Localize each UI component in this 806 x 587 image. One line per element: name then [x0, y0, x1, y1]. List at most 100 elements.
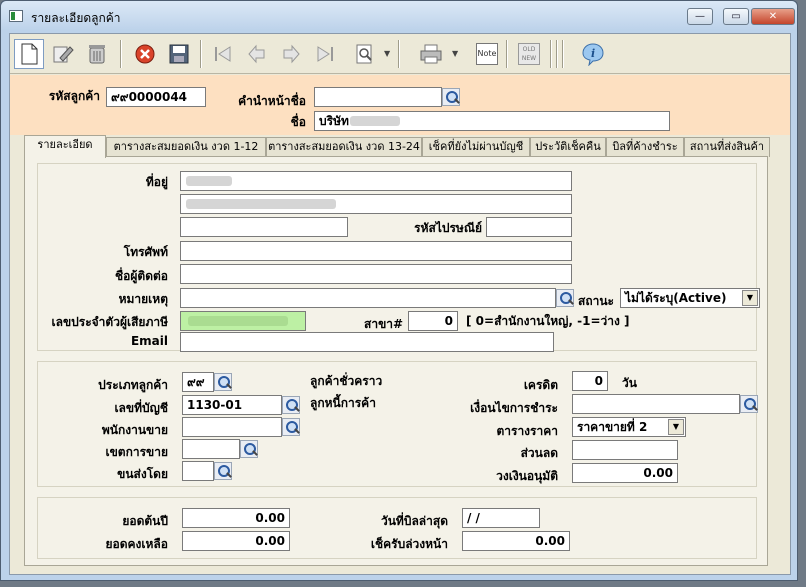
tab-balance-1-12[interactable]: ตารางสะสมยอดเงิน งวด 1-12: [106, 137, 266, 157]
address-line-1[interactable]: [180, 171, 572, 191]
next-icon: [283, 44, 300, 64]
sales-area-field[interactable]: [182, 439, 240, 459]
account-search-icon[interactable]: [282, 396, 300, 414]
print-button[interactable]: [416, 39, 446, 69]
redacted-name: [350, 116, 400, 126]
app-icon: [9, 10, 23, 22]
tab-delivery-locations[interactable]: สถานที่ส่งสินค้า: [684, 137, 770, 157]
phone-field[interactable]: [180, 241, 572, 261]
phone-label: โทรศัพท์: [123, 245, 168, 259]
customer-code-field[interactable]: ๙๙0000044: [106, 87, 206, 107]
next-record-button[interactable]: [276, 39, 306, 69]
prefix-label: คำนำหน้าชื่อ: [238, 94, 306, 108]
title-bar[interactable]: รายละเอียดลูกค้า — ▭ ✕: [1, 1, 797, 31]
minimize-button[interactable]: —: [687, 8, 713, 25]
remaining-balance-label: ยอดคงเหลือ: [105, 537, 169, 551]
discount-label: ส่วนลด: [520, 446, 558, 460]
info-button[interactable]: i: [578, 39, 608, 69]
delete-button[interactable]: [82, 39, 112, 69]
ship-by-field[interactable]: [182, 461, 214, 481]
opening-balance-field[interactable]: 0.00: [182, 508, 290, 528]
close-button[interactable]: ✕: [751, 8, 795, 25]
email-label: Email: [130, 334, 168, 348]
customer-type-field[interactable]: ๙๙: [182, 372, 214, 392]
tab-outstanding-bills[interactable]: บิลที่ค้างชำระ: [606, 137, 684, 157]
prev-icon: [248, 44, 265, 64]
previous-record-button[interactable]: [242, 39, 272, 69]
search-icon: [356, 44, 372, 64]
remark-search-icon[interactable]: [556, 289, 574, 307]
credit-limit-field[interactable]: 0.00: [572, 463, 678, 483]
salesperson-search-icon[interactable]: [282, 418, 300, 436]
credit-days-field[interactable]: 0: [572, 371, 608, 391]
tab-details[interactable]: รายละเอียด: [24, 135, 106, 158]
edit-button[interactable]: [48, 39, 78, 69]
redacted-tax-id: [188, 316, 288, 326]
advance-check-field[interactable]: 0.00: [462, 531, 570, 551]
account-group: ประเภทลูกค้า ๙๙ ลูกค้าชั่วคราว ลูกหนี้กา…: [37, 361, 758, 487]
prefix-field[interactable]: [314, 87, 442, 107]
postcode-field[interactable]: [486, 217, 572, 237]
balance-group: ยอดต้นปี 0.00 ยอดคงเหลือ 0.00 วันที่บิลล…: [37, 497, 757, 559]
contact-person-field[interactable]: [180, 264, 572, 284]
toolbar: ▼ ▼ Note OLD NEW i: [10, 34, 790, 74]
sales-area-search-icon[interactable]: [240, 440, 258, 458]
status-select[interactable]: ไม่ได้ระบุ(Active) ▼: [620, 288, 760, 308]
price-table-select[interactable]: ราคาขายที่ 2 ▼: [572, 417, 686, 437]
address-line-3[interactable]: [180, 217, 348, 237]
note-button[interactable]: Note: [472, 39, 502, 69]
email-field[interactable]: [180, 332, 554, 352]
remark-label: หมายเหตุ: [118, 292, 168, 306]
details-tab-pane: ที่อยู่ รหัสไปรษณีย์ โทรศัพท์ ชื่อผู้ติด…: [24, 156, 768, 566]
customer-code-label: รหัสลูกค้า: [48, 89, 100, 103]
customer-details-window: รายละเอียดลูกค้า — ▭ ✕ ▼ ▼ Note OLD NEW …: [0, 0, 798, 581]
price-table-label: ตารางราคา: [496, 424, 558, 438]
save-button[interactable]: [164, 39, 194, 69]
tab-strip: รายละเอียด ตารางสะสมยอดเงิน งวด 1-12 ตาร…: [24, 135, 770, 158]
account-number-field[interactable]: 1130-01: [182, 395, 282, 415]
name-label: ชื่อ: [290, 115, 306, 129]
new-button[interactable]: [14, 39, 44, 69]
cancel-icon: [135, 44, 155, 64]
contact-group: ที่อยู่ รหัสไปรษณีย์ โทรศัพท์ ชื่อผู้ติด…: [37, 163, 760, 352]
advance-check-label: เช็ครับล่วงหน้า: [370, 537, 448, 551]
tab-balance-13-24[interactable]: ตารางสะสมยอดเงิน งวด 13-24: [266, 137, 422, 157]
print-dropdown-icon[interactable]: ▼: [452, 50, 460, 58]
trade-debtor-label: ลูกหนี้การค้า: [310, 396, 376, 410]
last-bill-date-label: วันที่บิลล่าสุด: [380, 514, 448, 528]
status-label: สถานะ: [578, 294, 614, 308]
last-record-button[interactable]: [310, 39, 340, 69]
old-new-icon: OLD NEW: [518, 43, 540, 65]
toolbar-separator: [556, 40, 558, 68]
maximize-button[interactable]: ▭: [723, 8, 749, 25]
ship-by-label: ขนส่งโดย: [117, 467, 168, 481]
print-icon: [420, 44, 442, 64]
discount-field[interactable]: [572, 440, 678, 460]
salesperson-field[interactable]: [182, 417, 282, 437]
postcode-label: รหัสไปรษณีย์: [414, 221, 482, 235]
last-bill-date-field[interactable]: / /: [462, 508, 540, 528]
payment-terms-field[interactable]: [572, 394, 740, 414]
customer-type-label: ประเภทลูกค้า: [98, 378, 168, 392]
save-icon: [169, 44, 189, 64]
prefix-search-icon[interactable]: [442, 88, 460, 106]
old-new-button[interactable]: OLD NEW: [514, 39, 544, 69]
tab-returned-checks[interactable]: ประวัติเช็คคืน: [530, 137, 606, 157]
find-dropdown-icon[interactable]: ▼: [384, 50, 392, 58]
remaining-balance-field[interactable]: 0.00: [182, 531, 290, 551]
new-label: NEW: [521, 55, 537, 62]
chevron-down-icon[interactable]: ▼: [742, 290, 758, 306]
chevron-down-icon[interactable]: ▼: [668, 419, 684, 435]
payment-terms-search-icon[interactable]: [740, 395, 758, 413]
find-button[interactable]: [350, 39, 380, 69]
first-record-button[interactable]: [208, 39, 238, 69]
tab-uncleared-checks[interactable]: เช็คที่ยังไม่ผ่านบัญชี: [422, 137, 530, 157]
cancel-button[interactable]: [130, 39, 160, 69]
customer-type-search-icon[interactable]: [214, 373, 232, 391]
branch-field[interactable]: 0: [408, 311, 458, 331]
salesperson-label: พนักงานขาย: [101, 423, 168, 437]
ship-by-search-icon[interactable]: [214, 462, 232, 480]
contact-person-label: ชื่อผู้ติดต่อ: [115, 269, 168, 283]
toolbar-separator: [120, 40, 122, 68]
remark-field[interactable]: [180, 288, 556, 308]
